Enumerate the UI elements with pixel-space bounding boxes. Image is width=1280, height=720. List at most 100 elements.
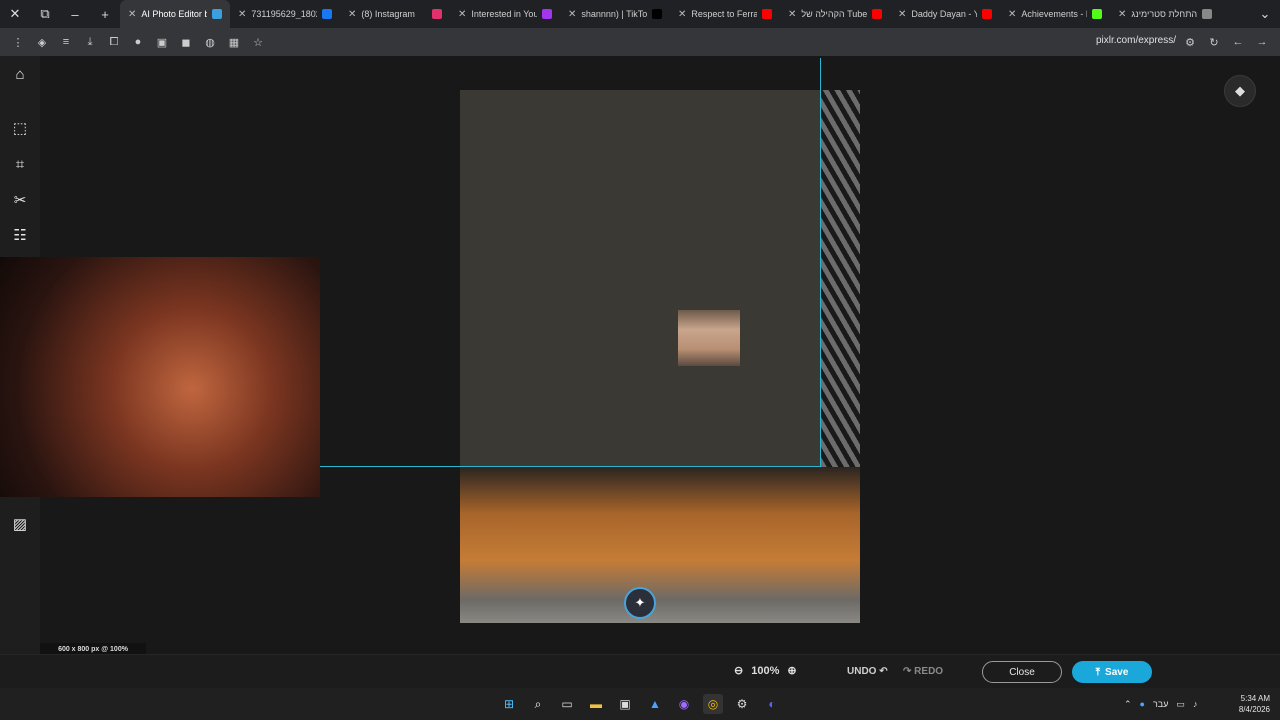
close-tab-icon[interactable]: ✕: [1118, 9, 1126, 20]
layers-icon[interactable]: ◆: [1224, 75, 1256, 107]
browser-tab[interactable]: ✕ shannnn) | TikTok: [560, 0, 670, 28]
browser-tab[interactable]: ✕ AI Photo Editor b: [120, 0, 230, 28]
back-icon[interactable]: ←: [1226, 30, 1250, 54]
browser-tab[interactable]: ✕ הקהילה של Tube: [780, 0, 890, 28]
extension-icon[interactable]: ▦: [222, 30, 246, 54]
close-tab-icon[interactable]: ✕: [898, 9, 906, 20]
address-url[interactable]: pixlr.com/express/: [1096, 35, 1176, 46]
zoom-out-icon[interactable]: ⊖: [734, 664, 743, 677]
start-icon[interactable]: ⊞: [499, 694, 519, 714]
browser-tab[interactable]: ✕ (8) Instagram: [340, 0, 450, 28]
playlist-icon[interactable]: ≡: [54, 30, 78, 54]
adjust-icon[interactable]: ☷: [8, 223, 32, 247]
favicon-icon: [872, 9, 882, 19]
tab-label: (8) Instagram: [361, 9, 415, 19]
selection-guide-vertical: [820, 58, 821, 467]
tab-menu-icon[interactable]: ⌄: [1250, 0, 1280, 28]
site-settings-icon[interactable]: ⚙: [1178, 30, 1202, 54]
file-explorer-icon[interactable]: ▬: [586, 694, 606, 714]
bottom-bar: ⊖ 100% ⊕ UNDO ↶ ↷ REDO Close ⤒ Save: [0, 654, 1280, 688]
close-tab-icon[interactable]: ✕: [678, 9, 686, 20]
home-icon[interactable]: ⌂: [8, 62, 32, 86]
forward-icon[interactable]: →: [1250, 30, 1274, 54]
clock[interactable]: 5:34 AM 8/4/2026: [1230, 693, 1270, 715]
favicon-icon: [1202, 9, 1212, 19]
tab-label: Respect to Ferran: [691, 9, 757, 19]
mic-icon[interactable]: ●: [1140, 699, 1145, 709]
browser-tab[interactable]: ✕ Respect to Ferran: [670, 0, 780, 28]
reload-icon[interactable]: ↻: [1202, 30, 1226, 54]
browser-tab[interactable]: ✕ התחלת סטרימינג: [1110, 0, 1220, 28]
browser-tab[interactable]: ✕ Interested in You: [450, 0, 560, 28]
store-icon[interactable]: ▣: [615, 694, 635, 714]
bookmark-star-icon[interactable]: ☆: [246, 30, 270, 54]
extension-icon[interactable]: ●: [126, 30, 150, 54]
tab-search-icon[interactable]: ⧉: [30, 0, 60, 28]
menu-icon[interactable]: ⋮: [6, 30, 30, 54]
close-tab-icon[interactable]: ✕: [458, 9, 466, 20]
new-tab-icon[interactable]: +: [90, 0, 120, 28]
extension-icon[interactable]: ◈: [30, 30, 54, 54]
save-icon: ⤒: [1095, 666, 1101, 678]
task-view-icon[interactable]: ▭: [557, 694, 577, 714]
tab-label: shannnn) | TikTok: [581, 9, 647, 19]
selection-guide-horizontal: [320, 466, 821, 467]
face-layer[interactable]: [678, 310, 740, 366]
crop-icon[interactable]: ⌗: [8, 152, 32, 176]
selected-layer[interactable]: [460, 90, 821, 467]
extension-icon[interactable]: ▣: [150, 30, 174, 54]
filter-icon[interactable]: ▨: [8, 512, 32, 536]
extension-icon[interactable]: ◼: [174, 30, 198, 54]
app-icon[interactable]: ◉: [674, 694, 694, 714]
windows-taskbar: ⊞ ⌕ ▭ ▬ ▣ ▲ ◉ ◎ ⚙ ◐ ⌃ ● עבר ▭ ♪ 5:34 AM …: [0, 688, 1280, 720]
canvas-photo-table: [460, 467, 860, 623]
extension-icon[interactable]: ◍: [198, 30, 222, 54]
network-icon[interactable]: ▭: [1176, 699, 1185, 710]
portrait-layer[interactable]: [0, 257, 320, 497]
discord-icon[interactable]: ◐: [762, 694, 782, 714]
favicon-icon: [212, 9, 222, 19]
chrome-icon[interactable]: ◎: [703, 694, 723, 714]
ai-magic-icon[interactable]: ✦: [624, 587, 656, 619]
favicon-icon: [1092, 9, 1102, 19]
close-tab-icon[interactable]: ✕: [128, 9, 136, 20]
app-icon[interactable]: ⚙: [732, 694, 752, 714]
close-tab-icon[interactable]: ✕: [568, 9, 576, 20]
download-icon[interactable]: ⤓: [78, 30, 102, 54]
tab-label: AI Photo Editor b: [141, 9, 207, 19]
close-tab-icon[interactable]: ✕: [348, 9, 356, 20]
tab-label: הקהילה של Tube: [801, 9, 867, 19]
browser-tab[interactable]: ✕ Achievements - K: [1000, 0, 1110, 28]
search-icon[interactable]: ⌕: [528, 694, 548, 714]
tab-label: התחלת סטרימינג: [1131, 9, 1197, 19]
favicon-icon: [652, 9, 662, 19]
browser-tab[interactable]: ✕ 731195629_1802: [230, 0, 340, 28]
tray-chevron-icon[interactable]: ⌃: [1124, 699, 1132, 710]
zoom-level: 100%: [751, 664, 780, 677]
toolbar: ⋮ ◈ ≡ ⤓ ⧠ ● ▣ ◼ ◍ ▦ ☆ pixlr.com/express/…: [0, 28, 1280, 56]
canvas-photo-edge: [821, 90, 860, 467]
tab-label: Interested in You: [471, 9, 537, 19]
save-button[interactable]: ⤒ Save: [1072, 661, 1152, 683]
cutout-icon[interactable]: ✂: [8, 188, 32, 212]
minimize-icon[interactable]: –: [60, 0, 90, 28]
redo-button[interactable]: ↷ REDO: [903, 666, 943, 677]
tab-strip: ✕ ⧉ – + ✕ AI Photo Editor b ✕ 731195629_180…: [0, 0, 1280, 28]
close-tab-icon[interactable]: ✕: [788, 9, 796, 20]
close-button[interactable]: Close: [982, 661, 1062, 683]
undo-button[interactable]: UNDO ↶: [847, 666, 888, 677]
tab-label: Achievements - K: [1021, 9, 1087, 19]
select-icon[interactable]: ⬚: [8, 116, 32, 140]
close-tab-icon[interactable]: ✕: [238, 9, 246, 20]
volume-icon[interactable]: ♪: [1193, 699, 1198, 709]
browser-tab[interactable]: ✕ Daddy Dayan - Yo: [890, 0, 1000, 28]
favicon-icon: [432, 9, 442, 19]
puzzle-icon[interactable]: ⧠: [102, 30, 126, 54]
photos-icon[interactable]: ▲: [645, 694, 665, 714]
close-window-icon[interactable]: ✕: [0, 0, 30, 28]
tab-label: Daddy Dayan - Yo: [911, 9, 977, 19]
language-indicator[interactable]: עבר: [1153, 699, 1168, 709]
close-tab-icon[interactable]: ✕: [1008, 9, 1016, 20]
zoom-in-icon[interactable]: ⊕: [787, 664, 796, 677]
favicon-icon: [542, 9, 552, 19]
